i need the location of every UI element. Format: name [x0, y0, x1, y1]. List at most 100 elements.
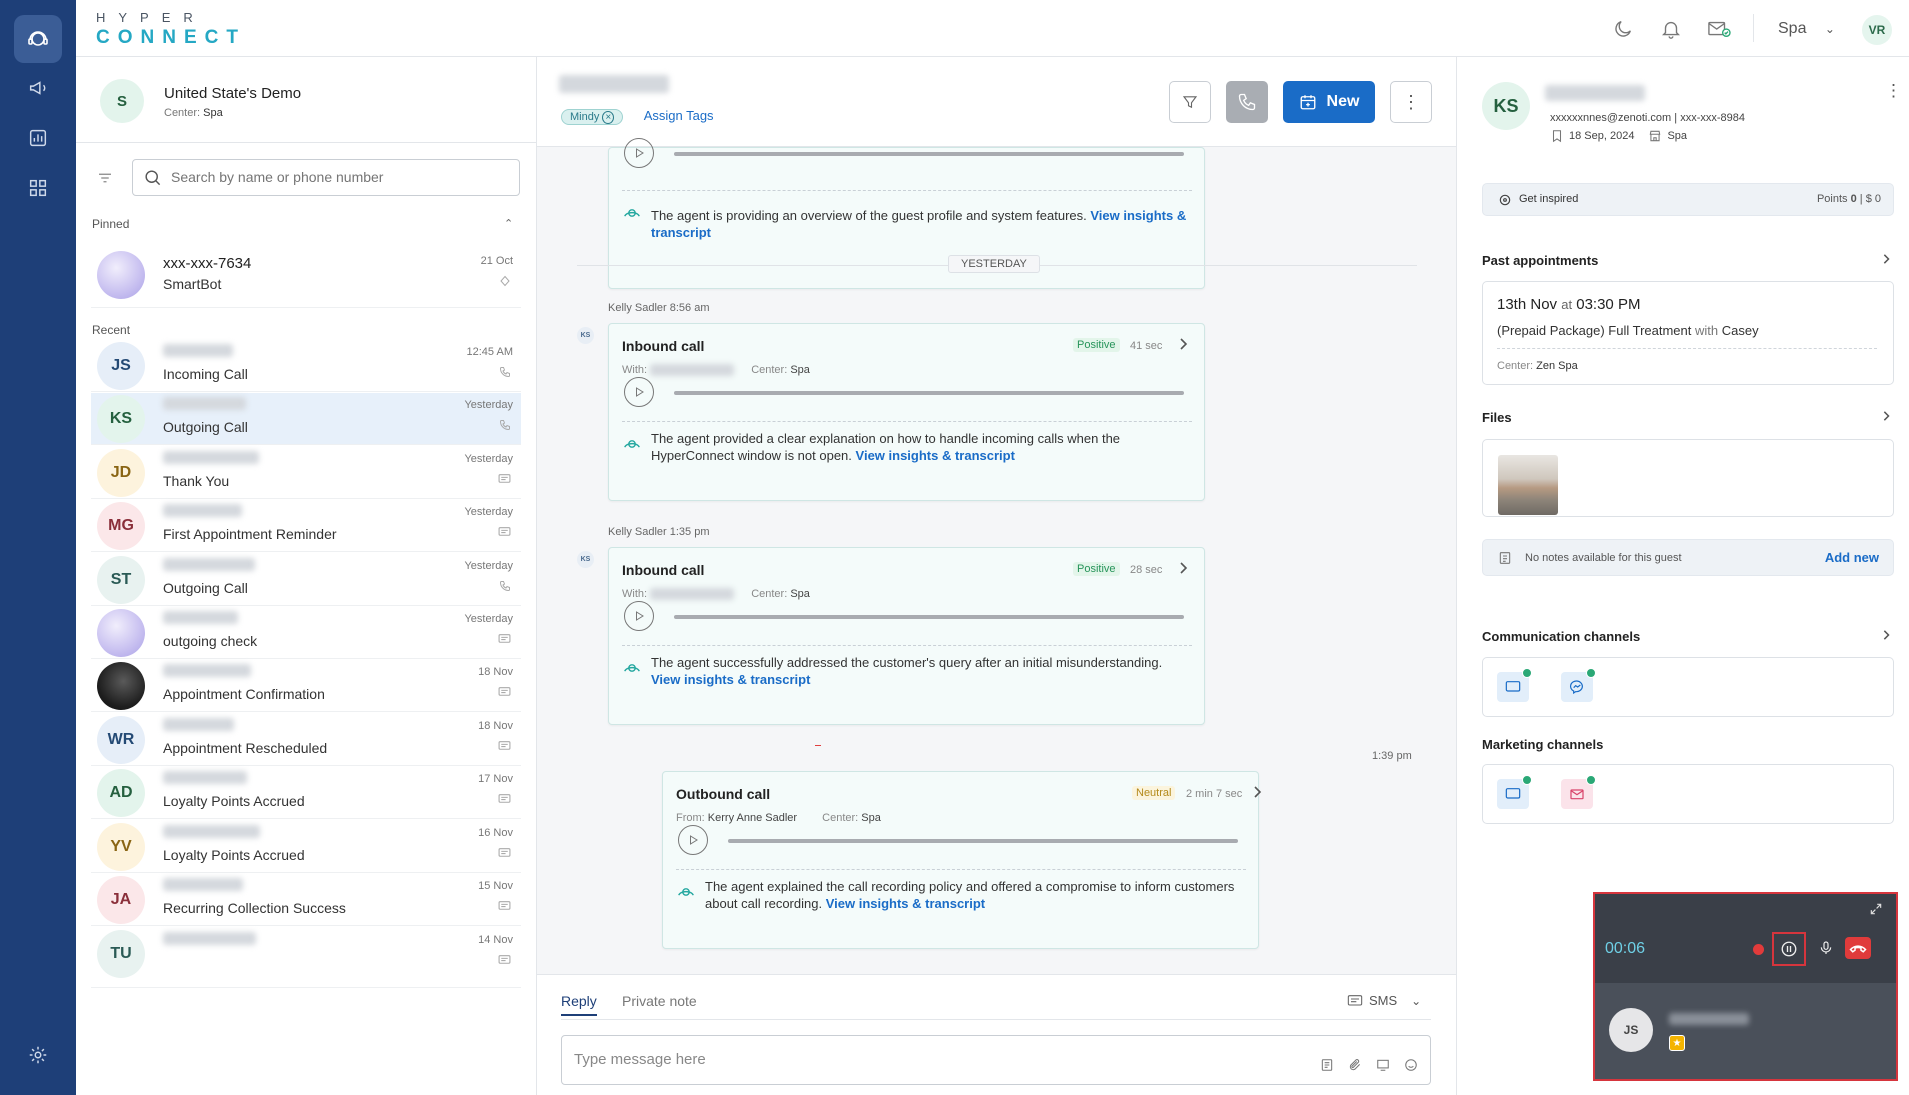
- ai-bot-icon: [622, 205, 642, 221]
- call-title: Outbound call: [676, 786, 771, 802]
- conversation-item[interactable]: YV Loyalty Points Accrued 16 Nov: [91, 821, 521, 873]
- get-inspired-bar[interactable]: Get inspired Points 0 | $ 0: [1482, 183, 1894, 216]
- chevron-right-icon[interactable]: [1881, 628, 1891, 642]
- play-button[interactable]: [624, 601, 654, 631]
- call-card[interactable]: Inbound call Positive 41 sec With: Cente…: [608, 323, 1205, 501]
- conversation-item[interactable]: TU 14 Nov: [91, 928, 521, 988]
- mail-check-icon[interactable]: [1706, 18, 1732, 40]
- close-icon[interactable]: ×: [602, 111, 615, 124]
- conversation-item[interactable]: outgoing check Yesterday: [91, 607, 521, 659]
- conversation-item[interactable]: JS Incoming Call 12:45 AM: [91, 340, 521, 392]
- contact-name-blurred: [163, 771, 247, 784]
- conversation-preview: Appointment Rescheduled: [163, 740, 328, 756]
- conversation-item[interactable]: JD Thank You Yesterday: [91, 447, 521, 499]
- pinned-conversation[interactable]: xxx-xxx-7634 SmartBot 21 Oct: [91, 240, 521, 308]
- call-button[interactable]: [1226, 81, 1268, 123]
- call-card[interactable]: Outbound call Neutral 2 min 7 sec From: …: [662, 771, 1262, 949]
- gear-icon: [27, 1044, 49, 1066]
- contact-name-blurred: [163, 344, 233, 357]
- phone-icon: [499, 580, 511, 592]
- sms-channel[interactable]: [1497, 668, 1532, 702]
- audio-track[interactable]: [674, 152, 1184, 156]
- filter-lines-icon[interactable]: [96, 169, 114, 187]
- microphone-icon[interactable]: [1818, 939, 1834, 957]
- audio-track[interactable]: [728, 839, 1238, 843]
- conversation-item[interactable]: AD Loyalty Points Accrued 17 Nov: [91, 767, 521, 819]
- user-avatar[interactable]: VR: [1862, 15, 1892, 45]
- template-icon[interactable]: [1320, 1058, 1334, 1072]
- audio-track[interactable]: [674, 391, 1184, 395]
- conversation-item[interactable]: ST Outgoing Call Yesterday: [91, 554, 521, 606]
- conversation-item[interactable]: JA Recurring Collection Success 15 Nov: [91, 874, 521, 926]
- bookmark-icon: [1550, 129, 1564, 143]
- account-name: United State's Demo: [164, 85, 302, 102]
- nav-apps[interactable]: [14, 164, 62, 212]
- message-placeholder[interactable]: Type message here: [574, 1051, 706, 1068]
- screen-icon[interactable]: [1376, 1058, 1390, 1072]
- ai-bot-icon: [622, 660, 642, 676]
- message-icon: [498, 847, 511, 859]
- add-note-button[interactable]: Add new: [1825, 550, 1879, 565]
- check-badge-icon: [1586, 775, 1596, 785]
- conversation-item[interactable]: WR Appointment Rescheduled 18 Nov: [91, 714, 521, 766]
- view-insights-link[interactable]: View insights & transcript: [651, 672, 810, 687]
- conversation-time: 14 Nov: [478, 934, 513, 946]
- tab-reply[interactable]: Reply: [561, 993, 597, 1016]
- nav-conversations[interactable]: [14, 15, 62, 63]
- contact-name-blurred: [163, 664, 251, 677]
- call-card[interactable]: Inbound call Positive 28 sec With: Cente…: [608, 547, 1205, 725]
- more-options-button[interactable]: ⋮: [1390, 81, 1432, 123]
- nav-settings[interactable]: [14, 1031, 62, 1079]
- chevron-up-icon[interactable]: ⌃: [504, 217, 513, 230]
- expand-icon[interactable]: [1869, 902, 1883, 916]
- messenger-channel[interactable]: [1561, 668, 1596, 702]
- conversation-item[interactable]: KS Outgoing Call Yesterday: [91, 393, 521, 445]
- bell-icon[interactable]: [1660, 18, 1682, 40]
- search-input[interactable]: [171, 169, 501, 185]
- play-button[interactable]: [624, 377, 654, 407]
- notes-empty-text: No notes available for this guest: [1525, 552, 1682, 564]
- contact-name-blurred: [163, 718, 234, 731]
- chevron-right-icon[interactable]: [1881, 409, 1891, 423]
- new-button[interactable]: New: [1283, 81, 1375, 123]
- assign-tags-link[interactable]: Assign Tags: [644, 108, 714, 123]
- message-box[interactable]: Type message here: [561, 1035, 1431, 1085]
- tag-chip[interactable]: Mindy ×: [561, 109, 624, 125]
- filter-button[interactable]: [1169, 81, 1211, 123]
- view-insights-link[interactable]: View insights & transcript: [856, 448, 1015, 463]
- channel-select[interactable]: SMS ⌄: [1347, 993, 1421, 1008]
- sms-marketing-channel[interactable]: [1497, 775, 1532, 809]
- conversation-preview: outgoing check: [163, 633, 258, 649]
- conversation-item[interactable]: Appointment Confirmation 18 Nov: [91, 660, 521, 712]
- account-header[interactable]: S United State's Demo Center: Spa: [76, 57, 536, 143]
- points-summary: Points 0 | $ 0: [1816, 193, 1881, 205]
- play-button[interactable]: [624, 138, 654, 168]
- kebab-icon[interactable]: ⋮: [1885, 81, 1902, 101]
- appointment-card[interactable]: 13th Nov at 03:30 PM (Prepaid Package) F…: [1482, 281, 1894, 385]
- tab-private-note[interactable]: Private note: [622, 993, 697, 1009]
- moon-icon[interactable]: [1612, 18, 1634, 40]
- chevron-right-icon[interactable]: [1177, 560, 1189, 576]
- nav-reports[interactable]: [14, 114, 62, 162]
- email-marketing-channel[interactable]: [1561, 775, 1596, 809]
- record-indicator-icon[interactable]: [1753, 944, 1764, 955]
- center-select[interactable]: Spa ⌄: [1778, 20, 1835, 38]
- audio-track[interactable]: [674, 615, 1184, 619]
- contact-avatar: AD: [97, 769, 145, 817]
- attachment-icon[interactable]: [1348, 1058, 1362, 1072]
- conversation-item[interactable]: MG First Appointment Reminder Yesterday: [91, 500, 521, 552]
- chevron-right-icon[interactable]: [1177, 336, 1189, 352]
- play-button[interactable]: [678, 825, 708, 855]
- pause-icon: [1780, 940, 1798, 958]
- end-call-button[interactable]: [1845, 937, 1871, 959]
- chevron-right-icon[interactable]: [1251, 784, 1263, 800]
- file-thumbnail[interactable]: [1498, 455, 1558, 515]
- emoji-icon[interactable]: [1404, 1058, 1418, 1072]
- nav-campaigns[interactable]: [14, 64, 62, 112]
- hold-button[interactable]: [1772, 932, 1806, 966]
- chevron-right-icon[interactable]: [1881, 252, 1891, 266]
- marker: [815, 745, 821, 746]
- search-box[interactable]: [132, 159, 520, 196]
- view-insights-link[interactable]: View insights & transcript: [826, 896, 985, 911]
- conversation-time: Yesterday: [464, 613, 513, 625]
